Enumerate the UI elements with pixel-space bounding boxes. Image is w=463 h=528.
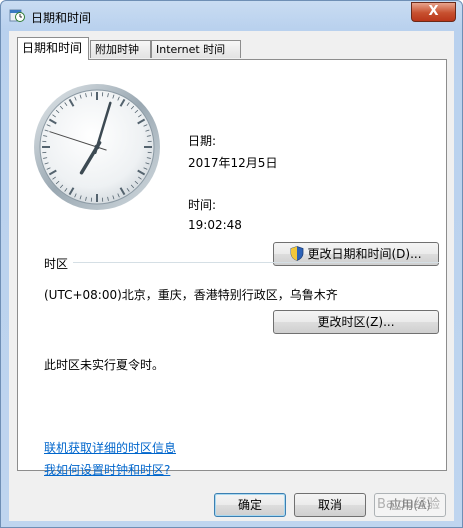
- analog-clock: [34, 84, 160, 210]
- change-date-time-label: 更改日期和时间(D)...: [307, 247, 422, 261]
- date-value: 2017年12月5日: [188, 156, 278, 170]
- uac-shield-icon: [291, 246, 304, 261]
- ok-button[interactable]: 确定: [214, 493, 286, 517]
- dialog-client: 日期和时间 附加时钟 Internet 时间 日期: 2017年12月5日 时间…: [9, 31, 454, 521]
- timezone-section-label: 时区: [44, 257, 69, 271]
- timezone-value: (UTC+08:00)北京，重庆，香港特别行政区，乌鲁木齐: [44, 288, 338, 302]
- how-to-set-clock-link[interactable]: 我如何设置时钟和时区?: [44, 461, 170, 478]
- title-bar[interactable]: 日期和时间 X: [1, 1, 462, 31]
- date-time-icon: [9, 9, 25, 22]
- online-timezone-info-link[interactable]: 联机获取详细的时区信息: [44, 439, 176, 456]
- change-timezone-button[interactable]: 更改时区(Z)...: [273, 310, 439, 334]
- close-button[interactable]: X: [411, 2, 456, 22]
- watermark: Baidu经验: [377, 497, 440, 512]
- cancel-button[interactable]: 取消: [294, 493, 366, 517]
- section-divider: [73, 262, 439, 263]
- date-time-dialog: 日期和时间 X 日期和时间 附加时钟 Internet 时间 日期: 2017年…: [0, 0, 463, 528]
- tab-date-time[interactable]: 日期和时间: [17, 37, 89, 60]
- window-title: 日期和时间: [31, 11, 92, 25]
- tab-internet-time[interactable]: Internet 时间: [151, 40, 241, 58]
- tab-additional-clocks[interactable]: 附加时钟: [90, 40, 151, 58]
- tab-panel: 日期: 2017年12月5日 时间: 19:02:48 更改日期和时间(D)..…: [17, 59, 447, 477]
- date-label: 日期:: [188, 134, 217, 148]
- dst-note: 此时区未实行夏令时。: [44, 358, 165, 372]
- time-value: 19:02:48: [188, 218, 242, 232]
- time-label: 时间:: [188, 198, 217, 212]
